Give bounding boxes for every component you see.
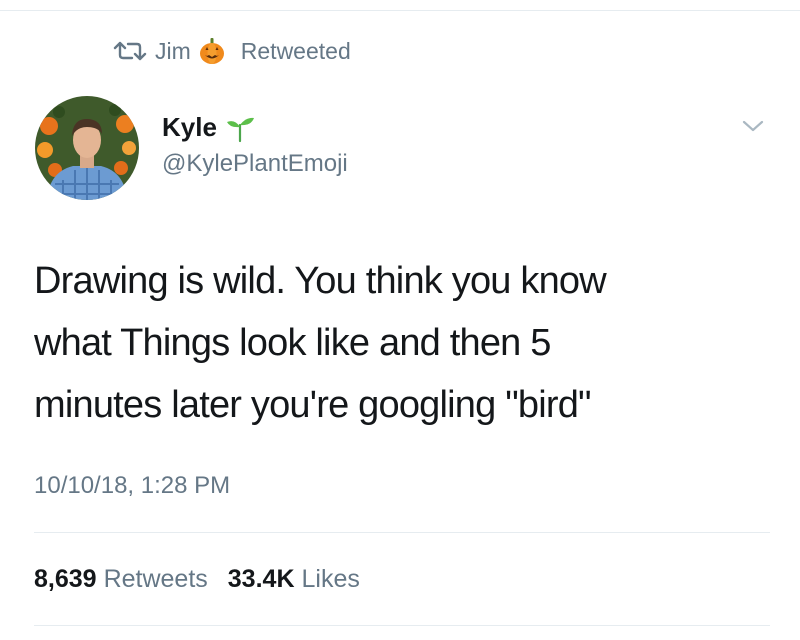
seedling-icon (226, 117, 254, 142)
stats-divider-bottom (34, 625, 770, 626)
avatar[interactable] (35, 96, 139, 200)
author-name-text: Kyle (162, 112, 217, 142)
tweet-timestamp[interactable]: 10/10/18, 1:28 PM (34, 472, 230, 500)
likes-count[interactable]: 33.4K (228, 565, 295, 594)
stats-divider-top (34, 532, 770, 533)
tweet-text: Drawing is wild. You think you know what… (34, 260, 607, 426)
retweets-count[interactable]: 8,639 (34, 565, 97, 594)
pumpkin-icon (199, 38, 224, 64)
author-handle[interactable]: @KylePlantEmoji (162, 150, 348, 178)
chevron-down-icon[interactable] (738, 116, 768, 136)
top-divider (0, 10, 800, 11)
retweeted-label: Retweeted (240, 37, 351, 64)
retweets-label[interactable]: Retweets (104, 565, 208, 594)
retweeter-name[interactable]: Jim (155, 38, 191, 65)
author-name[interactable]: Kyle (162, 112, 255, 143)
avatar-image (35, 96, 139, 200)
tweet-stats: 8,639 Retweets 33.4K Likes (34, 565, 380, 594)
retweet-icon (113, 41, 147, 61)
retweet-banner: Jim Retweeted (113, 35, 351, 67)
likes-label[interactable]: Likes (302, 565, 360, 594)
